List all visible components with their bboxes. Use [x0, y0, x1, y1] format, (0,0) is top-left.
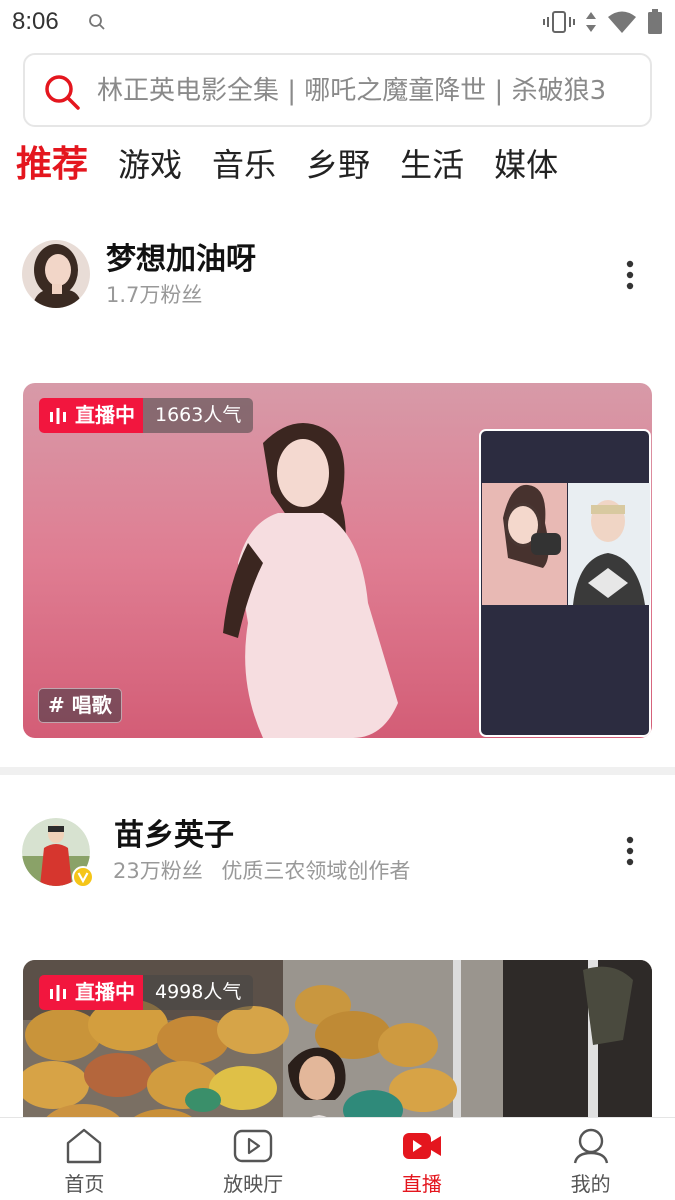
- popularity-count: 4998人气: [143, 975, 254, 1010]
- card-separator: [0, 767, 675, 775]
- data-arrows-icon: [586, 12, 596, 32]
- live-status: 直播中: [39, 975, 143, 1010]
- nav-profile-label: 我的: [570, 1172, 611, 1196]
- live-bars-icon: [50, 407, 66, 424]
- nav-live-label: 直播: [401, 1172, 442, 1196]
- user-name[interactable]: 梦想加油呀: [106, 240, 256, 280]
- live-stream-thumbnail[interactable]: 直播中 1663人气 # 唱歌: [23, 383, 652, 738]
- topic-tag[interactable]: # 唱歌: [38, 688, 122, 723]
- avatar[interactable]: [22, 240, 90, 308]
- live-status: 直播中: [39, 398, 143, 433]
- wifi-icon: [608, 11, 636, 33]
- nav-home[interactable]: 首页: [0, 1118, 169, 1200]
- status-time: 8:06: [12, 8, 59, 35]
- tab-life[interactable]: 生活: [400, 140, 464, 190]
- nav-home-label: 首页: [64, 1172, 105, 1196]
- profile-icon: [573, 1128, 608, 1164]
- follower-info: 23万粉丝 优质三农领域创作者: [113, 856, 410, 886]
- search-icon[interactable]: [43, 73, 81, 111]
- nav-screening-room-label: 放映厅: [223, 1172, 284, 1196]
- vibrate-icon: [543, 11, 575, 33]
- follower-count: 23万粉丝: [113, 859, 203, 883]
- feed-card-header: 苗乡英子 23万粉丝 优质三农领域创作者: [0, 812, 675, 892]
- live-badge: 直播中 4998人气: [39, 975, 254, 1010]
- search-placeholder[interactable]: 林正英电影全集 | 哪吒之魔童降世 | 杀破狼3: [97, 73, 637, 109]
- nav-live[interactable]: 直播: [338, 1118, 507, 1200]
- status-icons: [543, 8, 663, 36]
- live-camera-icon: [402, 1133, 441, 1159]
- creator-description: 优质三农领域创作者: [221, 859, 411, 883]
- bottom-navigation: 首页 放映厅 直播 我的: [0, 1117, 675, 1200]
- nav-profile[interactable]: 我的: [506, 1118, 675, 1200]
- live-status-label: 直播中: [75, 403, 135, 427]
- verified-badge-icon: [72, 866, 94, 888]
- category-tabs: 推荐 游戏 音乐 乡野 生活 媒体: [16, 140, 558, 190]
- more-options-icon[interactable]: [624, 836, 636, 866]
- screening-room-icon: [233, 1129, 273, 1163]
- tab-games[interactable]: 游戏: [118, 140, 182, 190]
- feed-card-header: 梦想加油呀 1.7万粉丝: [0, 236, 675, 316]
- search-icon: [89, 14, 105, 30]
- stream-preview-image: [23, 383, 652, 738]
- live-bars-icon: [50, 984, 66, 1001]
- app-screen: 8:06 林正英电影全集 | 哪吒之魔童降世 | 杀破狼3 推荐 游戏 音乐 乡…: [0, 0, 675, 1200]
- search-bar[interactable]: 林正英电影全集 | 哪吒之魔童降世 | 杀破狼3: [23, 53, 652, 127]
- tab-media[interactable]: 媒体: [494, 140, 558, 190]
- tab-countryside[interactable]: 乡野: [306, 140, 370, 190]
- user-name[interactable]: 苗乡英子: [114, 816, 234, 856]
- popularity-count: 1663人气: [143, 398, 254, 433]
- tab-music[interactable]: 音乐: [212, 140, 276, 190]
- live-status-label: 直播中: [75, 980, 135, 1004]
- nav-screening-room[interactable]: 放映厅: [169, 1118, 338, 1200]
- status-bar: 8:06: [0, 0, 675, 44]
- follower-count: 1.7万粉丝: [106, 283, 203, 307]
- more-options-icon[interactable]: [624, 260, 636, 290]
- home-icon: [67, 1128, 102, 1164]
- avatar-image: [22, 240, 90, 308]
- live-badge: 直播中 1663人气: [39, 398, 254, 433]
- tab-recommend[interactable]: 推荐: [16, 140, 88, 190]
- battery-icon: [648, 9, 662, 34]
- avatar[interactable]: [22, 818, 94, 888]
